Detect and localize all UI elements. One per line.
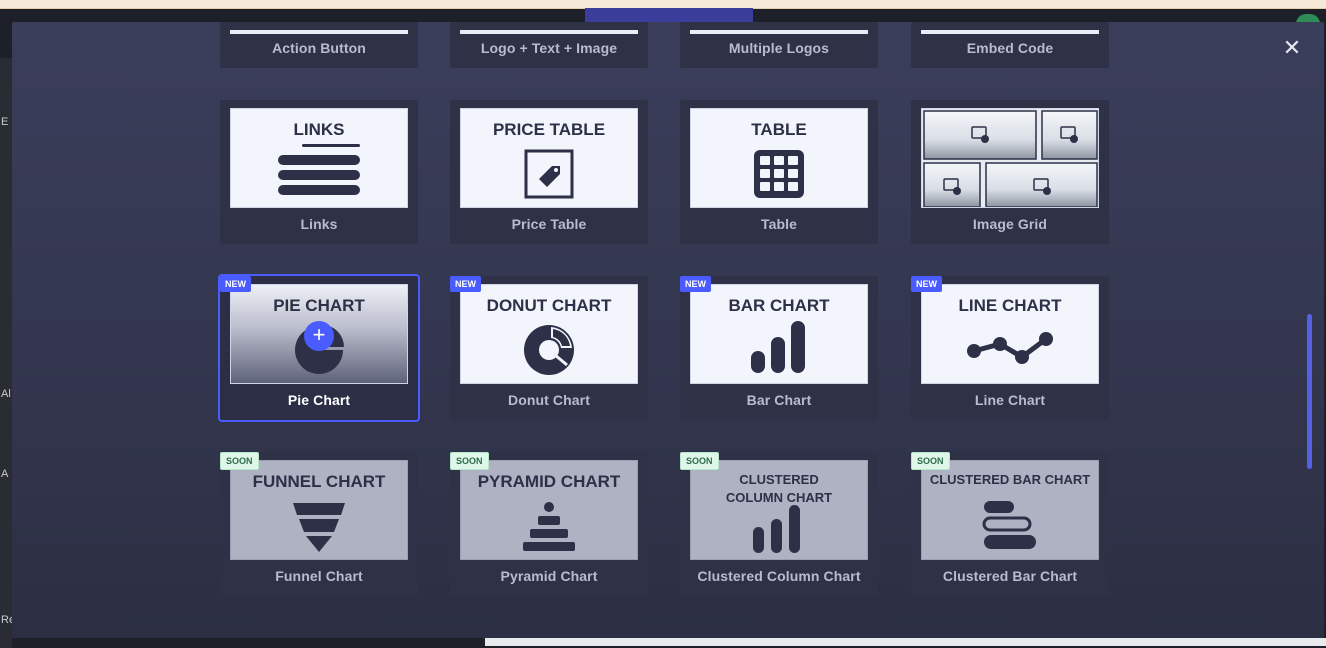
clustered-column-chart-icon bbox=[753, 505, 800, 553]
widget-card-clustered-bar-chart[interactable]: CLUSTERED BAR CHART SOON Clustered Bar C… bbox=[911, 452, 1109, 596]
widget-card-label: Clustered Bar Chart bbox=[942, 568, 1078, 584]
widget-thumbnail bbox=[921, 108, 1099, 208]
widget-card-label: Image Grid bbox=[972, 216, 1048, 232]
widget-card-label: Clustered Column Chart bbox=[697, 568, 861, 584]
new-badge: NEW bbox=[680, 276, 711, 292]
thumbnail-title: LINE CHART bbox=[958, 296, 1062, 315]
widget-thumbnail bbox=[230, 30, 408, 34]
widget-card-label: Multiple Logos bbox=[728, 40, 830, 56]
widget-thumbnail bbox=[921, 30, 1099, 34]
widget-card-clustered-column-chart[interactable]: CLUSTERED COLUMN CHART SOON Clustered Co… bbox=[680, 452, 878, 596]
soon-badge: SOON bbox=[220, 452, 259, 470]
widget-thumbnail: CLUSTERED BAR CHART bbox=[921, 460, 1099, 560]
bar-chart-icon bbox=[751, 321, 805, 373]
widget-card-price-table[interactable]: PRICE TABLE Price Table bbox=[450, 100, 648, 244]
widget-thumbnail bbox=[690, 30, 868, 34]
widget-thumbnail bbox=[460, 30, 638, 34]
pyramid-chart-icon bbox=[523, 502, 575, 551]
widget-thumbnail: CLUSTERED COLUMN CHART bbox=[690, 460, 868, 560]
widget-card-pie-chart[interactable]: PIE CHART + NEW Pie Chart bbox=[218, 274, 420, 422]
thumbnail-title: PIE CHART bbox=[273, 296, 365, 315]
add-widget-button[interactable]: + bbox=[304, 321, 334, 351]
thumbnail-title: CLUSTERED BAR CHART bbox=[929, 472, 1091, 487]
funnel-chart-icon bbox=[293, 503, 345, 552]
soon-badge: SOON bbox=[450, 452, 489, 470]
widget-picker-modal: ✕ Action Button Logo + Text + Image Mult… bbox=[12, 22, 1324, 638]
widget-thumbnail: DONUT CHART bbox=[460, 284, 638, 384]
new-badge: NEW bbox=[220, 276, 251, 292]
widget-card-label: Price Table bbox=[511, 216, 587, 232]
links-list-icon bbox=[278, 144, 360, 195]
line-chart-icon bbox=[967, 332, 1053, 364]
widget-card-label: Action Button bbox=[272, 40, 366, 56]
widget-card-label: Donut Chart bbox=[508, 392, 590, 408]
widget-thumbnail: TABLE bbox=[690, 108, 868, 208]
thumbnail-title: CLUSTERED COLUMN CHART bbox=[725, 472, 833, 505]
donut-chart-icon bbox=[524, 325, 574, 375]
thumbnail-title: DONUT CHART bbox=[486, 296, 612, 315]
widget-card-funnel-chart[interactable]: FUNNEL CHART SOON Funnel Chart bbox=[220, 452, 418, 596]
thumbnail-title: LINKS bbox=[293, 120, 345, 139]
widget-thumbnail: LINE CHART bbox=[921, 284, 1099, 384]
background-sidebar-label: A bbox=[1, 468, 9, 480]
close-icon[interactable]: ✕ bbox=[1280, 36, 1304, 60]
widget-card-label: Logo + Text + Image bbox=[480, 40, 618, 56]
price-tag-icon bbox=[524, 149, 574, 199]
soon-badge: SOON bbox=[911, 452, 950, 470]
widget-card-label: Links bbox=[300, 216, 338, 232]
thumbnail-title: TABLE bbox=[751, 120, 807, 139]
thumbnail-title: PRICE TABLE bbox=[492, 120, 606, 139]
widget-card-logo-text-image[interactable]: Logo + Text + Image bbox=[450, 22, 648, 68]
widget-card-multiple-logos[interactable]: Multiple Logos bbox=[680, 22, 878, 68]
widget-thumbnail: FUNNEL CHART bbox=[230, 460, 408, 560]
thumbnail-title: PYRAMID CHART bbox=[477, 472, 621, 491]
app-top-tab bbox=[585, 8, 753, 22]
widget-thumbnail: PRICE TABLE bbox=[460, 108, 638, 208]
new-badge: NEW bbox=[450, 276, 481, 292]
widget-card-donut-chart[interactable]: DONUT CHART NEW Donut Chart bbox=[450, 276, 648, 420]
widget-card-label: Bar Chart bbox=[746, 392, 812, 408]
background-sidebar-label: E bbox=[1, 116, 9, 128]
widget-card-bar-chart[interactable]: BAR CHART NEW Bar Chart bbox=[680, 276, 878, 420]
scrollbar-thumb[interactable] bbox=[1307, 314, 1312, 469]
widget-card-label: Embed Code bbox=[966, 40, 1054, 56]
widget-card-line-chart[interactable]: LINE CHART NEW Line Chart bbox=[911, 276, 1109, 420]
widget-card-label: Pie Chart bbox=[287, 392, 351, 408]
widget-card-image-grid[interactable]: Image Grid bbox=[911, 100, 1109, 244]
widget-card-links[interactable]: LINKS Links bbox=[220, 100, 418, 244]
image-grid-icon bbox=[923, 110, 1098, 207]
clustered-bar-chart-icon bbox=[982, 501, 1036, 549]
widget-card-label: Funnel Chart bbox=[275, 568, 363, 584]
new-badge: NEW bbox=[911, 276, 942, 292]
widget-thumbnail: PIE CHART + bbox=[230, 284, 408, 384]
thumbnail-title: FUNNEL CHART bbox=[252, 472, 386, 491]
background-content bbox=[485, 638, 1326, 646]
widget-thumbnail: PYRAMID CHART bbox=[460, 460, 638, 560]
widget-card-action-button[interactable]: Action Button bbox=[220, 22, 418, 68]
widget-card-pyramid-chart[interactable]: PYRAMID CHART SOON Pyramid Chart bbox=[450, 452, 648, 596]
background-sidebar: E Al A Re bbox=[0, 58, 15, 648]
soon-badge: SOON bbox=[680, 452, 719, 470]
widget-thumbnail: LINKS bbox=[230, 108, 408, 208]
widget-thumbnail: BAR CHART bbox=[690, 284, 868, 384]
widget-card-label: Line Chart bbox=[974, 392, 1046, 408]
thumbnail-title: BAR CHART bbox=[728, 296, 830, 315]
widget-card-label: Table bbox=[760, 216, 798, 232]
widget-card-embed-code[interactable]: Embed Code bbox=[911, 22, 1109, 68]
widget-card-label: Pyramid Chart bbox=[500, 568, 598, 584]
widget-card-table[interactable]: TABLE Table bbox=[680, 100, 878, 244]
background-sidebar-label: Al bbox=[1, 388, 11, 400]
table-grid-icon bbox=[754, 150, 804, 198]
